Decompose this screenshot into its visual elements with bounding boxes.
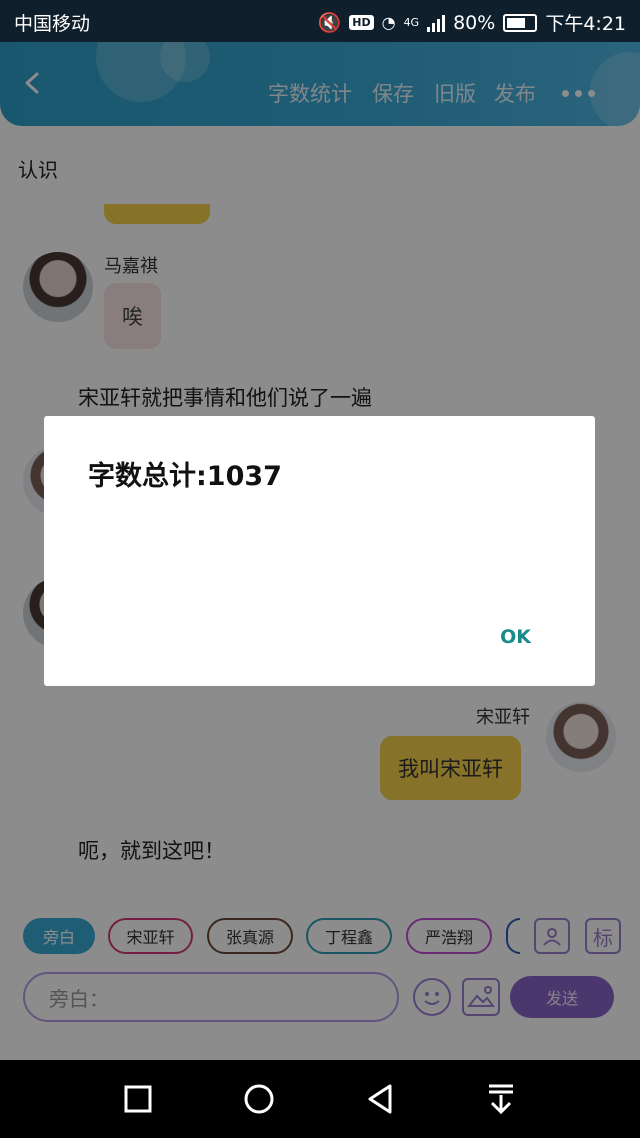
notification-drawer-icon[interactable] [486, 1083, 516, 1115]
wifi-icon: ◔ [381, 13, 396, 32]
dialog-message: 字数总计:1037 [88, 461, 282, 492]
mute-icon: 🔇 [317, 12, 342, 34]
ok-button[interactable]: OK [500, 626, 531, 648]
network-type: 4G [403, 16, 420, 29]
system-nav-bar [0, 1060, 640, 1138]
battery-percent: 80% [453, 11, 496, 34]
recents-icon[interactable] [124, 1085, 152, 1113]
home-icon[interactable] [243, 1083, 275, 1115]
clock: 下午4:21 [545, 13, 626, 35]
carrier-label: 中国移动 [14, 13, 91, 35]
hd-icon: HD [349, 15, 374, 30]
word-count-dialog: 字数总计:1037 OK [44, 416, 595, 686]
signal-icon [427, 14, 446, 32]
battery-icon [503, 13, 538, 32]
back-nav-icon[interactable] [366, 1083, 394, 1115]
status-bar: 中国移动 🔇 HD ◔ 4G 80% 下午4:21 [0, 0, 640, 42]
